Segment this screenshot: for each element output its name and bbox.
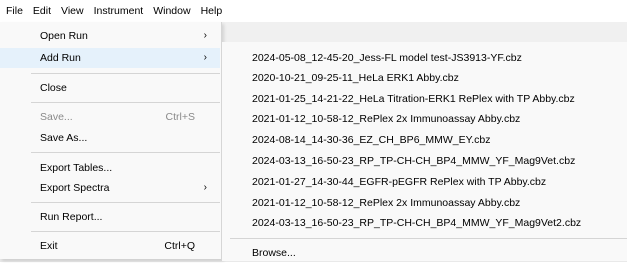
menu-separator (31, 73, 220, 74)
recent-run-label: 2024-03-13_16-50-23_RP_TP-CH-CH_BP4_MMW_… (252, 217, 582, 229)
recent-run-item[interactable]: 2021-01-12_10-58-12_RePlex 2x Immunoassa… (222, 193, 627, 213)
menu-item-close[interactable]: Close (0, 78, 220, 98)
recent-run-item[interactable]: 2020-10-21_09-25-11_HeLa ERK1 Abby.cbz (222, 68, 627, 88)
menu-separator (31, 102, 220, 103)
menu-item-label: Save... (40, 111, 73, 123)
menu-edit[interactable]: Edit (28, 0, 56, 22)
recent-run-item[interactable]: 2024-05-08_12-45-20_Jess-FL model test-J… (222, 48, 627, 68)
file-menu-dropdown: Open Run › Add Run › Close Save... Ctrl+… (0, 22, 222, 259)
recent-run-label: 2021-01-25_14-21-22_HeLa Titration-ERK1 … (252, 93, 575, 105)
shortcut-label: Ctrl+S (165, 111, 195, 123)
recent-run-label: 2021-01-27_14-30-44_EGFR-pEGFR RePlex wi… (252, 176, 547, 188)
menu-item-label: Run Report... (40, 211, 103, 223)
chevron-right-icon: › (203, 52, 207, 63)
recent-run-label: 2021-01-12_10-58-12_RePlex 2x Immunoassa… (252, 197, 521, 209)
add-run-submenu: 2024-05-08_12-45-20_Jess-FL model test-J… (221, 42, 627, 261)
recent-run-item[interactable]: 2021-01-12_10-58-12_RePlex 2x Immunoassa… (222, 109, 627, 129)
chevron-right-icon: › (203, 30, 207, 41)
menu-item-label: Save As... (40, 132, 88, 144)
menu-item-label: Close (40, 82, 67, 94)
menu-window[interactable]: Window (148, 0, 195, 22)
shortcut-label: Ctrl+Q (164, 240, 195, 252)
menu-separator (31, 202, 220, 203)
menu-file[interactable]: File (0, 0, 28, 22)
menu-instrument[interactable]: Instrument (89, 0, 149, 22)
menu-item-export-tables[interactable]: Export Tables... (0, 158, 220, 178)
recent-run-item[interactable]: 2024-03-13_16-50-23_RP_TP-CH-CH_BP4_MMW_… (222, 151, 627, 171)
recent-run-label: 2021-01-12_10-58-12_RePlex 2x Immunoassa… (252, 113, 521, 125)
menu-help[interactable]: Help (196, 0, 228, 22)
recent-run-label: 2024-03-13_16-50-23_RP_TP-CH-CH_BP4_MMW_… (252, 155, 576, 167)
menu-item-label: Export Spectra (40, 182, 110, 194)
recent-run-item[interactable]: 2024-08-14_14-30-36_EZ_CH_BP6_MMW_EY.cbz (222, 130, 627, 150)
menu-item-exit[interactable]: Exit Ctrl+Q (0, 236, 220, 256)
menu-separator (31, 152, 220, 153)
menu-item-open-run[interactable]: Open Run › (0, 26, 220, 46)
menu-item-add-run[interactable]: Add Run › (0, 48, 220, 68)
recent-run-label: 2020-10-21_09-25-11_HeLa ERK1 Abby.cbz (252, 72, 459, 84)
recent-run-item[interactable]: 2021-01-27_14-30-44_EGFR-pEGFR RePlex wi… (222, 172, 627, 192)
recent-run-label: 2024-08-14_14-30-36_EZ_CH_BP6_MMW_EY.cbz (252, 134, 491, 146)
menu-bar: File Edit View Instrument Window Help (0, 0, 627, 22)
browse-label: Browse... (252, 247, 296, 259)
menu-separator (31, 231, 220, 232)
recent-run-label: 2024-05-08_12-45-20_Jess-FL model test-J… (252, 52, 522, 64)
menu-view[interactable]: View (56, 0, 89, 22)
recent-run-item[interactable]: 2024-03-13_16-50-23_RP_TP-CH-CH_BP4_MMW_… (222, 213, 627, 233)
menu-item-label: Add Run (40, 52, 81, 64)
menu-item-export-spectra[interactable]: Export Spectra › (0, 178, 220, 198)
menu-item-label: Export Tables... (40, 162, 113, 174)
browse-item[interactable]: Browse... (222, 243, 627, 263)
menu-item-label: Open Run (40, 30, 88, 42)
menu-item-run-report[interactable]: Run Report... (0, 207, 220, 227)
menu-item-save-as[interactable]: Save As... (0, 128, 220, 148)
menu-item-label: Exit (40, 240, 58, 252)
menu-item-save: Save... Ctrl+S (0, 107, 220, 127)
recent-run-item[interactable]: 2021-01-25_14-21-22_HeLa Titration-ERK1 … (222, 89, 627, 109)
chevron-right-icon: › (203, 182, 207, 193)
menu-separator (230, 238, 627, 239)
